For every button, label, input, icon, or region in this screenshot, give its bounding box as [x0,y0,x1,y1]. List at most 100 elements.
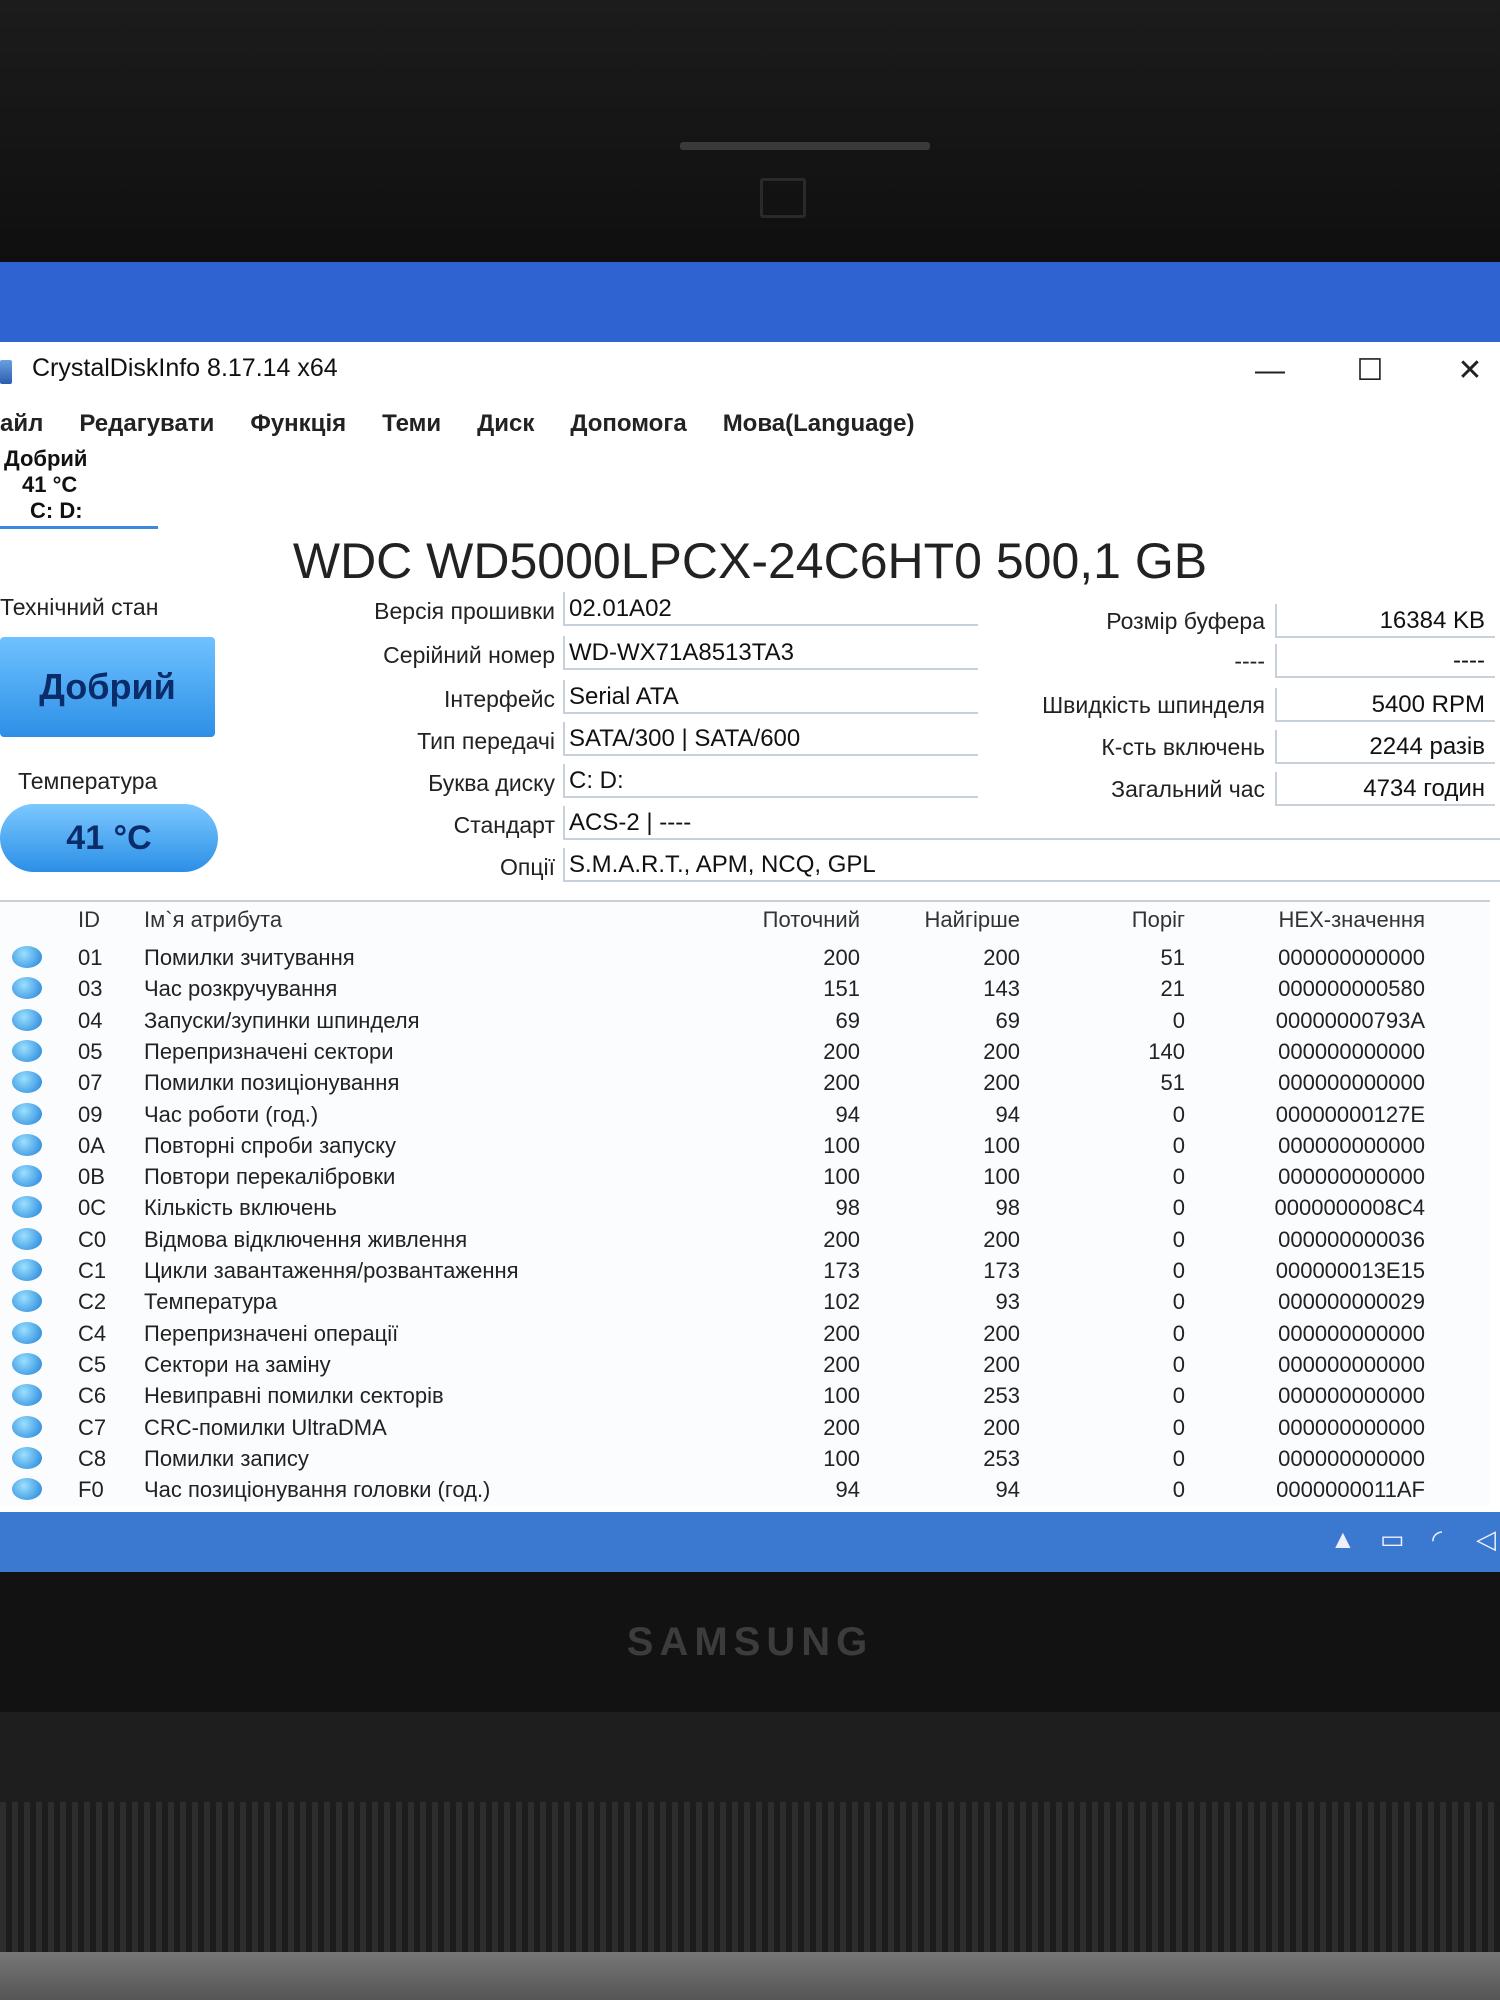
power-on-count-label: К-сть включень [1101,734,1265,760]
attr-raw-value: 000000000000 [1278,1038,1425,1064]
wifi-icon[interactable]: ◜ [1432,1524,1442,1555]
smart-row[interactable]: F0 Час позиціонування головки (год.) 94 94 0… [0,1474,1490,1505]
smart-row[interactable]: 09 Час роботи (год.) 94 94 0 00000000127E [0,1099,1490,1130]
attr-threshold: 0 [1172,1445,1185,1471]
attr-threshold: 0 [1172,1320,1185,1346]
attr-id: 0B [78,1164,105,1190]
attr-name: Сектори на заміну [144,1351,331,1377]
rotation-rate-field: 5400 RPM [1275,688,1495,722]
maximize-button[interactable]: ☐ [1340,346,1400,396]
menu-bar: айл Редагувати Функція Теми Диск Допомог… [0,402,1500,446]
attr-current: 200 [823,1038,860,1064]
minimize-button[interactable]: — [1240,346,1300,396]
status-dot-icon [12,1196,42,1219]
smart-row[interactable]: 0A Повторні спроби запуску 100 100 0 00000000… [0,1130,1490,1161]
attr-id: C6 [78,1383,107,1409]
attr-threshold: 0 [1172,1414,1185,1440]
attr-current: 200 [823,1070,860,1096]
smart-row[interactable]: 0B Повтори перекалібровки 100 100 0 000000000… [0,1161,1490,1192]
drive-tab[interactable]: Добрий 41 °C C: D: [0,446,158,529]
screen: CrystalDiskInfo 8.17.14 x64 — ☐ ✕ айл Ре… [0,262,1500,1572]
attr-raw-value: 000000000000 [1278,1414,1425,1440]
menu-themes[interactable]: Теми [382,410,441,438]
attr-current: 100 [823,1164,860,1190]
col-worst-header[interactable]: Найгірше [900,904,1020,935]
smart-row[interactable]: C5 Сектори на заміну 200 200 0 000000000000 [0,1349,1490,1380]
attr-worst: 200 [983,1226,1020,1252]
tray-chevron-icon[interactable]: ▲ [1330,1524,1356,1555]
drive-tab-temp: 41 °C [22,472,78,497]
menu-function[interactable]: Функція [250,410,346,438]
smart-row[interactable]: 0C Кількість включень 98 98 0 0000000008C4 [0,1192,1490,1223]
battery-icon[interactable]: ▭ [1380,1524,1405,1555]
transfer-field: SATA/300 | SATA/600 [563,722,978,756]
bezel-strip [680,142,930,150]
smart-row[interactable]: C1 Цикли завантаження/розвантаження 173 173… [0,1255,1490,1286]
standard-field: ACS-2 | ---- [563,806,1500,840]
smart-row[interactable]: C8 Помилки запису 100 253 0 000000000000 [0,1443,1490,1474]
smart-row[interactable]: C6 Невиправні помилки секторів 100 253 0 0000… [0,1380,1490,1411]
attr-threshold: 0 [1172,1132,1185,1158]
smart-row[interactable]: 05 Перепризначені сектори 200 200 140 0000000… [0,1036,1490,1067]
col-name-header[interactable]: Ім`я атрибута [144,904,282,935]
attr-current: 98 [835,1195,860,1221]
status-dot-icon [12,1259,42,1281]
attr-worst: 98 [995,1195,1020,1221]
laptop-speaker-grille [0,1802,1500,1952]
attr-threshold: 0 [1172,1164,1185,1190]
col-current-header[interactable]: Поточний [740,904,860,935]
attr-name: Помилки зчитування [144,945,355,970]
attr-name: Помилки запису [144,1445,309,1471]
status-dot-icon [12,946,42,968]
smart-row[interactable]: 03 Час розкручування 151 143 21 000000000580 [0,973,1490,1004]
attr-threshold: 0 [1172,1477,1185,1503]
attr-raw-value: 000000000580 [1278,976,1425,1002]
col-id-header[interactable]: ID [78,904,100,935]
volume-icon[interactable]: ◁ [1476,1524,1496,1555]
attr-name: Перепризначені операції [144,1320,399,1346]
attr-name: Час роботи (год.) [144,1101,319,1127]
smart-row[interactable]: 07 Помилки позиціонування 200 200 51 00000000… [0,1067,1490,1098]
title-bar: CrystalDiskInfo 8.17.14 x64 — ☐ ✕ [0,342,1500,402]
attr-name: Невиправні помилки секторів [144,1383,444,1409]
drive-tab-status: Добрий [4,446,88,471]
menu-disk[interactable]: Диск [477,410,534,438]
smart-row[interactable]: C7 CRC-помилки UltraDMA 200 200 0 00000000000… [0,1412,1490,1443]
interface-label: Інтерфейс [443,686,555,712]
features-field: S.M.A.R.T., APM, NCQ, GPL [563,848,1500,882]
attr-threshold: 0 [1172,1289,1185,1315]
attr-threshold: 140 [1148,1038,1185,1064]
standard-label: Стандарт [453,812,555,838]
attr-current: 94 [835,1477,860,1503]
attr-name: Перепризначені сектори [144,1038,394,1064]
smart-row[interactable]: 01 Помилки зчитування 200 200 51 000000000000 [0,942,1490,973]
status-dot-icon [12,1384,42,1407]
drive-letter-field: C: D: [563,764,978,798]
attr-threshold: 21 [1160,976,1185,1002]
menu-edit[interactable]: Редагувати [79,410,214,438]
col-raw-header[interactable]: HEX-значення [1205,904,1425,935]
menu-file[interactable]: айл [0,410,43,438]
drive-tab-letters: C: D: [30,498,83,523]
col-threshold-header[interactable]: Поріг [1080,904,1185,935]
attr-current: 200 [823,1226,860,1252]
smart-row[interactable]: 04 Запуски/зупинки шпинделя 69 69 0 000000007… [0,1005,1490,1036]
smart-row[interactable]: C4 Перепризначені операції 200 200 0 00000000… [0,1318,1490,1349]
smart-row[interactable]: C2 Температура 102 93 0 000000000029 [0,1286,1490,1317]
attr-current: 200 [823,1320,860,1346]
attr-current: 94 [835,1101,860,1127]
transfer-label: Тип передачі [417,728,555,754]
smart-row[interactable]: C0 Відмова відключення живлення 200 200 0 000… [0,1224,1490,1255]
menu-help[interactable]: Допомога [570,410,686,438]
disk-model-title: WDC WD5000LPCX-24C6HT0 500,1 GB [292,533,1208,589]
unknown-field: ---- [1275,644,1495,678]
health-status-button[interactable]: Добрий [0,637,215,737]
status-dot-icon [12,1039,42,1062]
firmware-label: Версія прошивки [374,598,555,624]
attr-worst: 100 [983,1132,1020,1158]
close-button[interactable]: ✕ [1440,346,1500,396]
attr-name: Час позиціонування головки (год.) [144,1477,491,1503]
menu-language[interactable]: Мова(Language) [723,410,915,438]
window-title: CrystalDiskInfo 8.17.14 x64 [32,354,338,382]
drive-letter-label: Буква диску [428,770,555,796]
